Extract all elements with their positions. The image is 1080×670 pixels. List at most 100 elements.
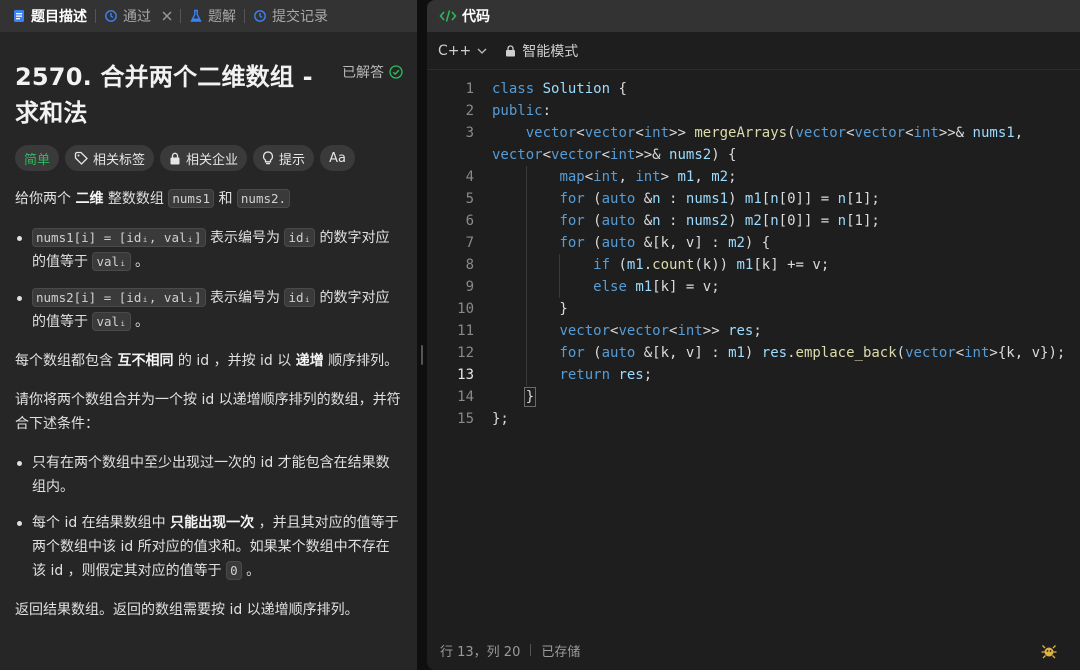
text: 。 [130, 254, 150, 270]
save-status: 已存储 [541, 644, 581, 660]
inline-code: 0 [226, 561, 242, 580]
document-icon [12, 9, 26, 23]
line-number: 6 [465, 213, 474, 229]
tab-description-label: 题目描述 [31, 9, 87, 25]
line-code: vector<vector<int>>& nums2) { [492, 147, 737, 163]
translate-icon: Aa [329, 150, 346, 166]
tab-accepted-label: 通过 [123, 9, 151, 25]
line-code: for (auto &n : nums2) m2[n[0]] = n[1]; [559, 213, 880, 229]
text: 顺序排列。 [323, 353, 399, 369]
tab-description[interactable]: 题目描述 [12, 6, 87, 26]
inline-code: idᵢ [284, 228, 316, 247]
text: 和 [214, 191, 237, 207]
list-item: 只有在两个数组中至少出现过一次的 id 才能包含在结果数组内。 [15, 451, 403, 499]
text: 给你两个 [15, 191, 76, 207]
line-code: vector<vector<int>> mergeArrays(vector<v… [525, 125, 1024, 141]
bold-text: 递增 [295, 353, 324, 369]
code-editor[interactable]: 1 class Solution {2 public: 3 vector<vector… [427, 70, 1080, 630]
line-number: 10 [457, 301, 474, 317]
smart-mode-toggle[interactable]: 智能模式 [505, 41, 578, 61]
line-number: 15 [457, 411, 474, 427]
problem-tab-bar: 题目描述 通过 题解 提交记录 [0, 0, 417, 32]
bold-text: 二维 [75, 191, 104, 207]
description-paragraph: 返回结果数组。返回的数组需要按 id 以递增顺序排列。 [15, 602, 359, 618]
difficulty-badge[interactable]: 简单 [15, 145, 60, 171]
problem-description: 给你两个 二维 整数数组 nums1 和 nums2. nums1[i] = [… [15, 187, 403, 622]
tab-code[interactable]: 代码 [439, 6, 490, 26]
definition-list: nums1[i] = [idᵢ, valᵢ] 表示编号为 idᵢ 的数字对应的值… [15, 226, 403, 334]
code-line[interactable]: 1 class Solution { [427, 78, 1080, 100]
line-number: 12 [457, 345, 474, 361]
tab-submissions[interactable]: 提交记录 [253, 6, 328, 26]
description-paragraph: 给你两个 二维 整数数组 nums1 和 nums2. [15, 187, 403, 211]
indent-guide [525, 166, 527, 386]
line-code: }; [492, 411, 509, 427]
code-line[interactable]: 2 public: [427, 100, 1080, 122]
editor-status-bar: 行 13，列 20 已存储 [427, 630, 1080, 670]
tag-icon [74, 151, 88, 165]
title-row: 2570. 合并两个二维数组 - 求和法 已解答 [15, 59, 403, 131]
lock-icon [169, 152, 181, 165]
line-code: return res; [559, 367, 653, 383]
code-line[interactable]: vector<vector<int>>& nums2) { [427, 144, 1080, 166]
line-number: 14 [457, 389, 474, 405]
line-code: for (auto &[k, v] : m1) res.emplace_back… [559, 345, 1066, 361]
related-companies-label: 相关企业 [186, 152, 239, 168]
line-code: for (auto &[k, v] : m2) { [559, 235, 771, 251]
drag-grip[interactable] [421, 345, 423, 365]
hint-button[interactable]: 提示 [253, 145, 315, 171]
problem-title: 2570. 合并两个二维数组 - 求和法 [15, 63, 313, 127]
tab-code-label: 代码 [462, 9, 490, 25]
language-label: C++ [438, 42, 472, 59]
inline-code: nums1 [168, 189, 214, 208]
line-number: 5 [465, 191, 474, 207]
line-number: 8 [465, 257, 474, 273]
bug-icon[interactable] [1040, 642, 1058, 660]
history-icon [104, 9, 118, 23]
panel-resize-handle[interactable] [417, 0, 427, 670]
editor-toolbar: C++ 智能模式 [427, 32, 1080, 70]
code-line[interactable]: 3 vector<vector<int>> mergeArrays(vector… [427, 122, 1080, 144]
line-code: } [492, 301, 568, 317]
code-tab-bar: 代码 [427, 0, 1080, 32]
tab-solutions[interactable]: 题解 [189, 6, 236, 26]
text: 整数数组 [103, 191, 169, 207]
chevron-down-icon [477, 47, 487, 55]
related-tags-label: 相关标签 [93, 152, 146, 168]
problem-content: 2570. 合并两个二维数组 - 求和法 已解答 简单 相关标签 相关企业 提示… [0, 59, 417, 622]
text: 。 [241, 563, 261, 579]
inline-code: nums1[i] = [idᵢ, valᵢ] [32, 228, 206, 247]
condition-list: 只有在两个数组中至少出现过一次的 id 才能包含在结果数组内。 每个 id 在结… [15, 451, 403, 583]
text: 表示编号为 [205, 290, 285, 306]
text: 的 id ，并按 id 以 [173, 353, 296, 369]
hint-label: 提示 [279, 152, 306, 168]
lock-icon [505, 44, 516, 57]
code-line[interactable]: 15}; [427, 408, 1080, 430]
code-line[interactable]: 14 } [427, 386, 1080, 408]
related-tags-button[interactable]: 相关标签 [65, 145, 155, 171]
line-number: 9 [465, 279, 474, 295]
line-number: 3 [465, 125, 474, 141]
line-code: class Solution { [492, 81, 627, 97]
check-circle-icon [389, 65, 403, 79]
history-icon [253, 9, 267, 23]
tab-accepted[interactable]: 通过 [104, 6, 172, 26]
text: 表示编号为 [205, 230, 285, 246]
code-icon [439, 9, 457, 23]
tab-divider [244, 9, 245, 23]
related-companies-button[interactable]: 相关企业 [160, 145, 248, 171]
line-number: 11 [457, 323, 474, 339]
text: 每个数组都包含 [15, 353, 118, 369]
translate-button[interactable]: Aa [320, 145, 355, 171]
close-icon[interactable] [162, 11, 172, 21]
solved-label: 已解答 [342, 65, 384, 81]
line-code: if (m1.count(k)) m1[k] += v; [593, 257, 830, 273]
list-item: nums1[i] = [idᵢ, valᵢ] 表示编号为 idᵢ 的数字对应的值… [15, 226, 403, 274]
bold-text: 只能出现一次 [170, 515, 255, 531]
line-code: public: [492, 103, 552, 119]
language-select[interactable]: C++ [438, 43, 487, 59]
description-paragraph: 请你将两个数组合并为一个按 id 以递增顺序排列的数组，并符合下述条件： [15, 392, 401, 432]
bold-text: 互不相同 [117, 353, 174, 369]
code-panel: 代码 C++ 智能模式 1 class Solution {2 public: 3 v… [427, 0, 1080, 670]
inline-code: valᵢ [92, 252, 131, 271]
